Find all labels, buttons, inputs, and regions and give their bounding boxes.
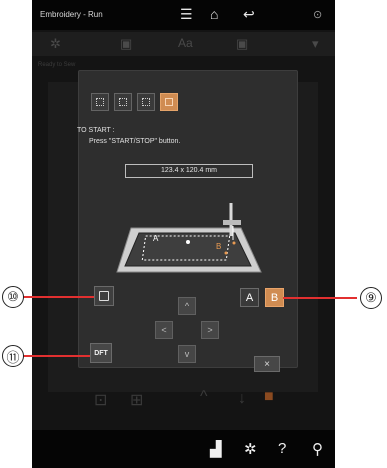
- point-b-label: B: [216, 242, 221, 251]
- arrow-down-button[interactable]: v: [178, 345, 196, 363]
- menu-icon[interactable]: ☰: [180, 6, 193, 23]
- chevron-up-icon: ^: [200, 388, 208, 405]
- tool-icon[interactable]: ⚲: [312, 440, 323, 458]
- point-a-button[interactable]: A: [240, 288, 259, 307]
- to-start-instruction: Press "START/STOP" button.: [89, 138, 181, 145]
- pattern-icon: ⊡: [94, 392, 108, 409]
- callout-9: ⑨: [360, 287, 382, 309]
- hoop-inner: [124, 232, 252, 267]
- hoop-diagram: A B: [116, 203, 262, 273]
- wifi-icon: ⊙: [313, 9, 323, 21]
- trace-mode-2-button[interactable]: [114, 93, 132, 111]
- help-icon[interactable]: ?: [278, 440, 286, 457]
- bottom-bar: ▟ ✲ ? ⚲: [32, 430, 335, 468]
- background-controls: ⊡ ⊞ ^ ↓ ■: [72, 382, 302, 428]
- settings-icon[interactable]: ✲: [244, 440, 257, 458]
- callout-11: ⑪: [2, 345, 24, 367]
- point-b-marker: [224, 251, 228, 255]
- callout-10: ⑩: [2, 286, 24, 308]
- trace-mode-1-button[interactable]: [91, 93, 109, 111]
- frame-corner-icon: [99, 291, 109, 301]
- frame-icon: ⊞: [130, 392, 144, 409]
- frame-icon: ▣: [236, 36, 249, 51]
- chevron-down-icon: ▾: [312, 36, 319, 51]
- callout-9-leader: [283, 297, 357, 299]
- needle-icon: ↓: [238, 390, 246, 407]
- frame-icon: ▣: [120, 36, 133, 51]
- gear-icon: ✲: [50, 36, 61, 51]
- home-icon[interactable]: ⌂: [210, 6, 218, 22]
- text-icon: Aa: [178, 36, 193, 50]
- close-button[interactable]: ×: [254, 356, 280, 372]
- needle-point: [232, 241, 236, 245]
- background-toolbar: ✲ ▣ Aa ▣ ▾: [32, 32, 335, 56]
- thread-icon[interactable]: ▟: [210, 440, 222, 458]
- presser-foot: [223, 220, 241, 225]
- callout-11-leader: [22, 355, 90, 357]
- callout-10-leader: [22, 296, 94, 298]
- stop-icon: ■: [264, 388, 274, 405]
- dft-button[interactable]: DFT: [90, 343, 112, 363]
- instruction-text: TO START : Press "START/STOP" button.: [77, 125, 180, 147]
- return-icon[interactable]: ↩: [243, 6, 255, 23]
- start-point-center-button[interactable]: [94, 286, 114, 306]
- point-a-label: A: [153, 234, 159, 243]
- top-bar: Embroidery - Run ☰ ⌂ ↩ ⊙: [32, 0, 335, 30]
- status-text: Ready to Sew: [38, 62, 76, 68]
- app-title: Embroidery - Run: [40, 10, 103, 19]
- arrow-right-button[interactable]: >: [201, 321, 219, 339]
- arrow-up-button[interactable]: ^: [178, 297, 196, 315]
- arrow-left-button[interactable]: <: [155, 321, 173, 339]
- trace-mode-3-button[interactable]: [137, 93, 155, 111]
- point-b-button[interactable]: B: [265, 288, 284, 307]
- to-start-title: TO START :: [77, 127, 115, 134]
- trace-mode-4-button[interactable]: [160, 93, 178, 111]
- design-size: 123.4 x 120.4 mm: [125, 164, 253, 178]
- center-point: [186, 240, 190, 244]
